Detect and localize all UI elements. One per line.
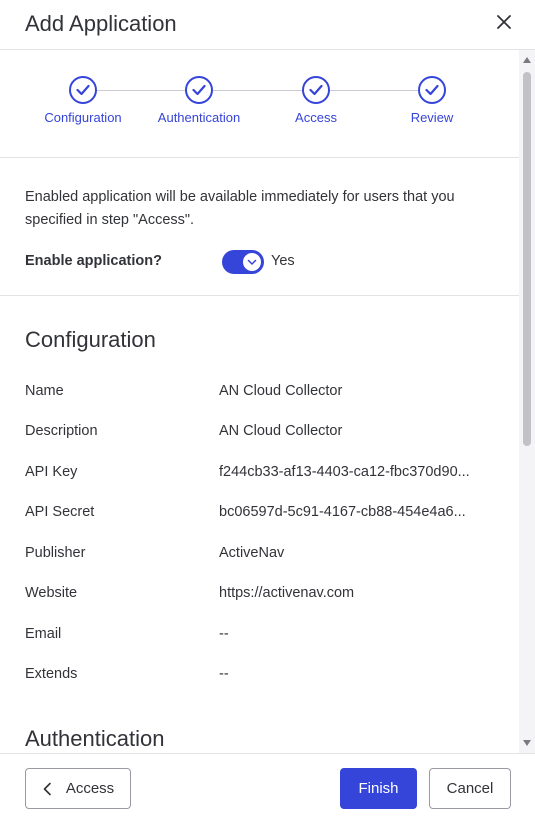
vertical-scrollbar[interactable]: [519, 50, 535, 753]
finish-button[interactable]: Finish: [340, 768, 417, 809]
dialog-title: Add Application: [25, 11, 177, 36]
config-value: --: [219, 626, 229, 642]
dialog-footer: Access Finish Cancel: [0, 753, 535, 819]
enable-application-toggle[interactable]: [222, 250, 264, 274]
config-value: --: [219, 666, 229, 682]
step-authentication[interactable]: Authentication: [139, 76, 259, 125]
cancel-button[interactable]: Cancel: [429, 768, 511, 809]
config-value: ActiveNav: [219, 545, 285, 561]
config-row-api-key: API Key f244cb33-af13-4403-ca12-fbc370d9…: [25, 464, 495, 486]
config-row-api-secret: API Secret bc06597d-5c91-4167-cb88-454e4…: [25, 504, 495, 526]
chevron-left-icon: [43, 782, 51, 795]
step-label: Review: [410, 110, 454, 125]
scroll-up-icon[interactable]: [523, 57, 531, 63]
config-key: Email: [25, 626, 62, 642]
config-value: f244cb33-af13-4403-ca12-fbc370d90...: [219, 464, 470, 480]
add-application-dialog: Add Application Configuration Authentica…: [0, 0, 535, 819]
back-button[interactable]: Access: [25, 768, 131, 809]
authentication-heading: Authentication: [25, 726, 165, 751]
check-icon: [418, 76, 446, 104]
scrollbar-thumb[interactable]: [523, 72, 531, 446]
dialog-header: Add Application: [0, 0, 535, 50]
config-row-email: Email --: [25, 626, 495, 648]
config-key: Extends: [25, 666, 78, 682]
configuration-heading: Configuration: [25, 327, 156, 352]
enable-section: Enabled application will be available im…: [0, 158, 519, 296]
config-value: https://activenav.com: [219, 585, 355, 601]
toggle-state-text: Yes: [271, 253, 295, 269]
check-icon: [69, 76, 97, 104]
stepper: Configuration Authentication Access Revi…: [0, 50, 519, 158]
config-value: AN Cloud Collector: [219, 383, 343, 399]
step-label: Configuration: [44, 110, 122, 125]
step-label: Access: [295, 110, 337, 125]
check-icon: [185, 76, 213, 104]
step-configuration[interactable]: Configuration: [23, 76, 143, 125]
config-row-extends: Extends --: [25, 666, 495, 688]
close-icon[interactable]: [495, 13, 513, 31]
chevron-down-icon: [243, 253, 261, 271]
config-key: API Key: [25, 464, 78, 480]
config-row-description: Description AN Cloud Collector: [25, 423, 495, 445]
config-key: API Secret: [25, 504, 95, 520]
config-key: Website: [25, 585, 78, 601]
config-key: Name: [25, 383, 64, 399]
config-key: Publisher: [25, 545, 86, 561]
enable-application-label: Enable application?: [25, 253, 162, 269]
back-button-label: Access: [65, 780, 115, 797]
config-value: bc06597d-5c91-4167-cb88-454e4a6...: [219, 504, 466, 520]
step-access[interactable]: Access: [256, 76, 376, 125]
config-row-website: Website https://activenav.com: [25, 585, 495, 607]
config-key: Description: [25, 423, 98, 439]
dialog-body[interactable]: Configuration Authentication Access Revi…: [0, 50, 535, 753]
enable-description: Enabled application will be available im…: [25, 189, 455, 228]
scroll-down-icon[interactable]: [523, 740, 531, 746]
check-icon: [302, 76, 330, 104]
config-row-name: Name AN Cloud Collector: [25, 383, 495, 405]
step-label: Authentication: [157, 110, 241, 125]
config-value: AN Cloud Collector: [219, 423, 343, 439]
config-row-publisher: Publisher ActiveNav: [25, 545, 495, 567]
step-review[interactable]: Review: [372, 76, 492, 125]
